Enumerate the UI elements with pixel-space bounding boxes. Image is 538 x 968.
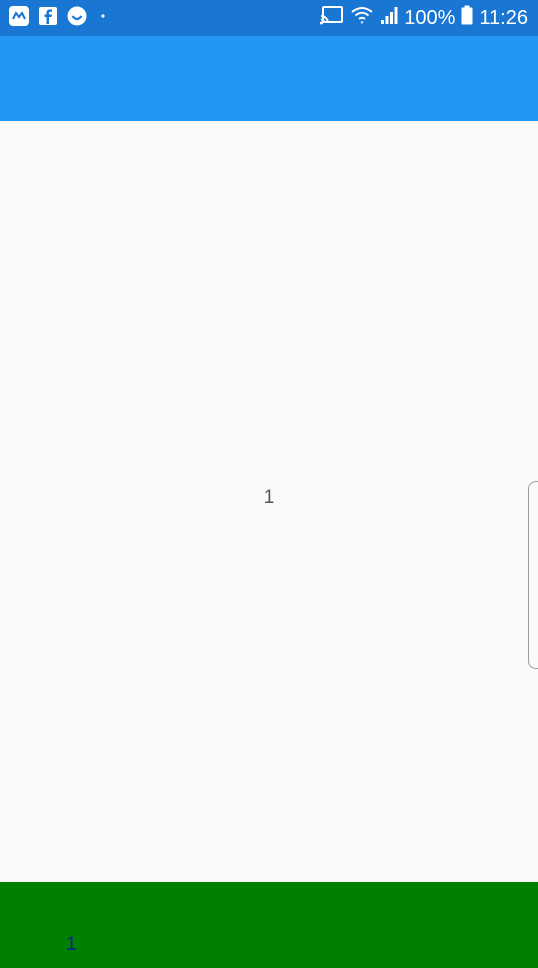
- wifi-icon: [350, 5, 374, 31]
- status-time: 11:26: [479, 6, 528, 29]
- messenger-lite-icon: [8, 5, 30, 32]
- cast-icon: [320, 5, 344, 31]
- main-content: 1: [0, 121, 538, 882]
- battery-icon: [461, 5, 473, 31]
- more-notifications-dot-icon: [96, 9, 110, 28]
- smiley-app-icon: [66, 5, 88, 32]
- bottom-label: 1: [66, 934, 77, 955]
- system-status: 100% 11:26: [320, 5, 528, 31]
- status-bar: 100% 11:26: [0, 0, 538, 36]
- app-bar: [0, 36, 538, 121]
- facebook-icon: [38, 6, 58, 31]
- battery-percent: 100%: [404, 6, 456, 29]
- notification-icons: [8, 5, 110, 32]
- edge-panel-handle[interactable]: [528, 481, 538, 669]
- center-label: 1: [263, 487, 275, 508]
- signal-icon: [380, 5, 398, 31]
- bottom-bar: 1: [0, 882, 538, 968]
